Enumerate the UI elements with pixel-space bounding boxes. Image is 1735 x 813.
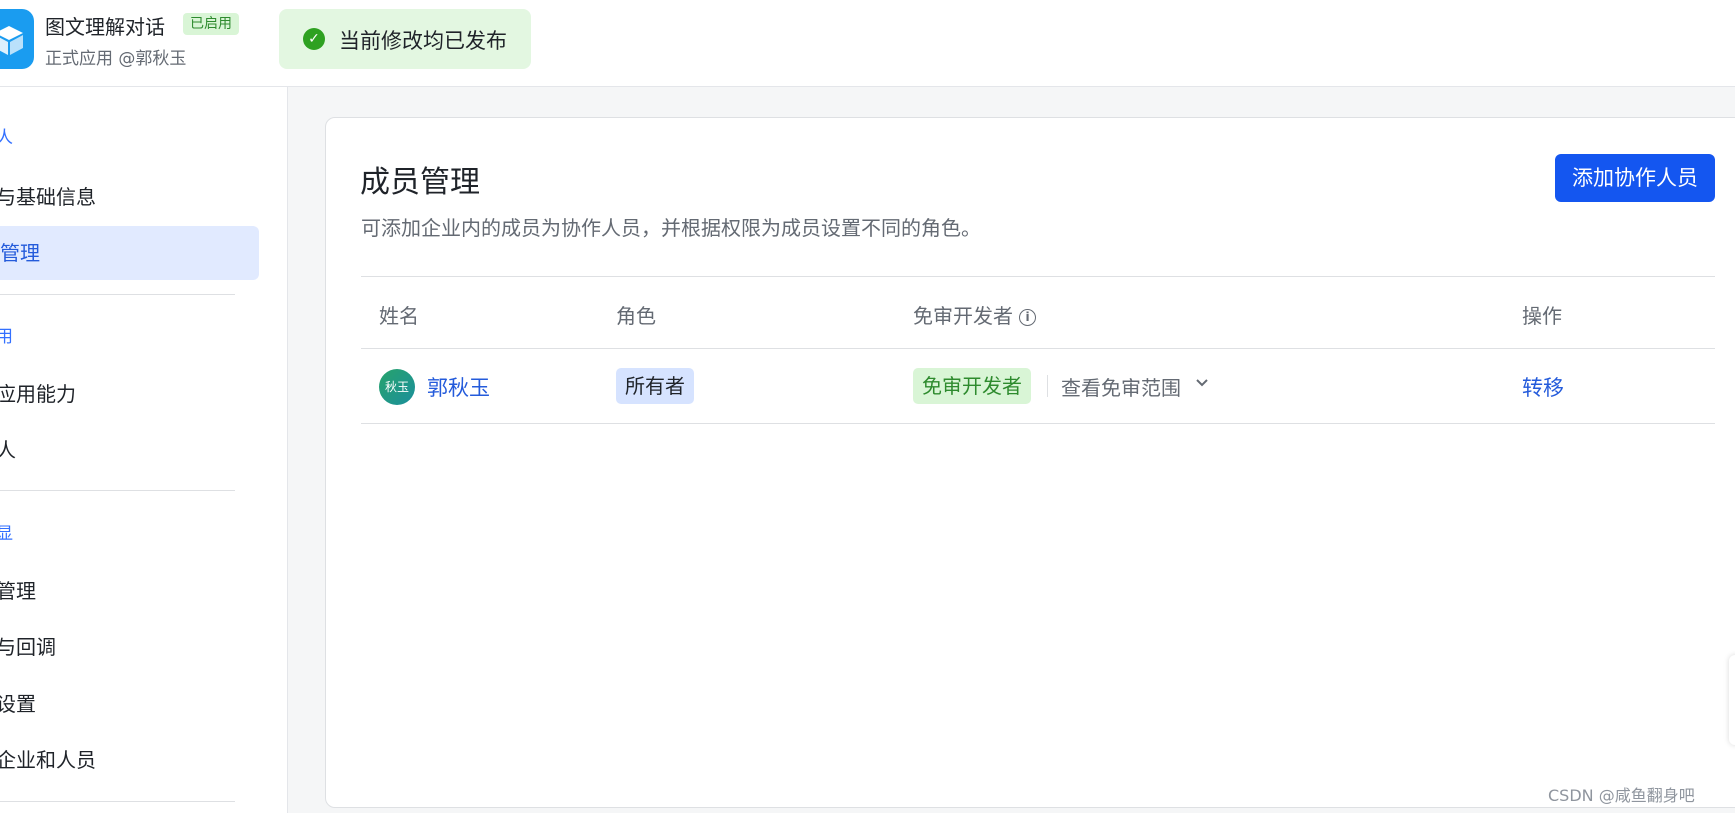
app-status-badge: 已启用	[183, 13, 239, 35]
column-header-role: 角色	[616, 304, 656, 328]
sidebar-item-bot[interactable]: 人	[0, 434, 16, 463]
column-header-name: 姓名	[379, 304, 419, 328]
sidebar-item-tenants-users[interactable]: 企业和人员	[0, 744, 96, 773]
exempt-developer-tag: 免审开发者	[913, 368, 1031, 404]
sidebar-item-basic-info[interactable]: 与基础信息	[0, 181, 96, 210]
info-circle-icon[interactable]: i	[1019, 309, 1036, 326]
sidebar-group-label: 显	[0, 524, 13, 544]
chevron-down-icon[interactable]	[1195, 378, 1209, 388]
view-exempt-scope-dropdown[interactable]: 查看免审范围	[1061, 372, 1181, 401]
sidebar-item-security-settings[interactable]: 设置	[0, 688, 36, 717]
page-title: 成员管理	[360, 165, 480, 200]
sidebar-group-label: 人	[0, 128, 13, 148]
avatar: 秋玉	[379, 369, 415, 405]
transfer-owner-link[interactable]: 转移	[1522, 372, 1564, 402]
table-header-divider	[361, 348, 1715, 349]
table-row-divider	[361, 423, 1715, 424]
sidebar: 人 与基础信息 管理 用 应用能力 人 显 管理 与回调 设置 企业和人员	[0, 87, 288, 813]
app-name: 图文理解对话	[45, 15, 165, 39]
watermark: CSDN @咸鱼翻身吧	[1548, 786, 1695, 805]
member-name-link[interactable]: 郭秋玉	[427, 372, 490, 402]
toast-message: 当前修改均已发布	[339, 29, 507, 53]
check-circle-icon: ✓	[303, 28, 325, 50]
add-collaborator-button[interactable]: 添加协作人员	[1555, 154, 1715, 202]
table-top-border	[361, 276, 1715, 277]
sidebar-divider	[0, 294, 235, 295]
column-header-actions: 操作	[1522, 304, 1562, 328]
sidebar-item-member-management[interactable]: 管理	[0, 226, 259, 280]
page-description: 可添加企业内的成员为协作人员，并根据权限为成员设置不同的角色。	[361, 216, 981, 240]
sidebar-divider	[0, 801, 235, 802]
sidebar-item-app-capabilities[interactable]: 应用能力	[0, 378, 76, 407]
tag-separator	[1047, 375, 1048, 397]
app-header: 图文理解对话 已启用 正式应用 @郭秋玉 ✓ 当前修改均已发布	[0, 0, 1735, 87]
column-header-label: 免审开发者	[913, 304, 1013, 328]
app-subtitle: 正式应用 @郭秋玉	[45, 49, 187, 69]
sidebar-item-events-callbacks[interactable]: 与回调	[0, 631, 56, 660]
app-logo-icon	[0, 9, 34, 69]
sidebar-item-permission-management[interactable]: 管理	[0, 575, 36, 604]
column-header-exempt-developer: 免审开发者 i	[913, 300, 1036, 329]
sidebar-group-label: 用	[0, 327, 13, 347]
publish-toast: ✓ 当前修改均已发布	[279, 9, 531, 69]
role-tag: 所有者	[616, 368, 694, 404]
side-panel-handle[interactable]	[1729, 655, 1735, 745]
sidebar-divider	[0, 490, 235, 491]
